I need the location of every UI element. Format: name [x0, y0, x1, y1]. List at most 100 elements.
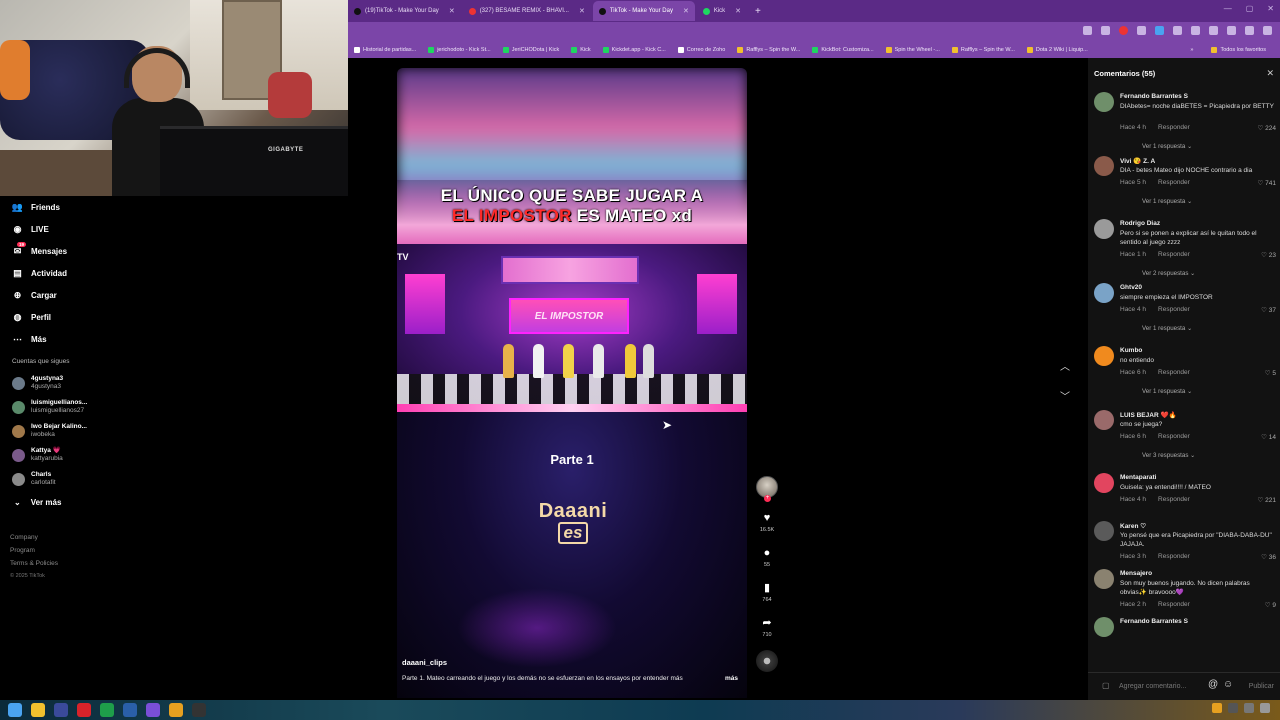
profile-icon[interactable] — [1245, 26, 1254, 35]
app-icon[interactable] — [54, 703, 68, 717]
avatar[interactable] — [1094, 346, 1114, 366]
comment-author[interactable]: Fernando Barrantes S — [1120, 93, 1188, 100]
extension-icon[interactable] — [1119, 26, 1128, 35]
comment-icon[interactable]: ● — [764, 547, 771, 559]
comment-author[interactable]: LUIS BEJAR ❤️🔥 — [1120, 411, 1177, 419]
avatar[interactable] — [1094, 92, 1114, 112]
reply-button[interactable]: Responder — [1158, 179, 1190, 186]
bookmark-item[interactable]: Rafflys – Spin the W... — [731, 47, 806, 53]
avatar[interactable] — [1094, 473, 1114, 493]
nav-item-mensajes[interactable]: ✉ 19 Mensajes — [0, 240, 348, 262]
discord-icon[interactable] — [146, 703, 160, 717]
extension-icon[interactable] — [1191, 26, 1200, 35]
footer-link-company[interactable]: Company — [10, 531, 348, 544]
comment-like[interactable]: ♡ 5 — [1265, 369, 1276, 377]
reply-button[interactable]: Responder — [1158, 306, 1190, 313]
bookmark-item[interactable]: JeriCHODota | Kick — [497, 47, 566, 53]
see-more-button[interactable]: ⌄ Ver más — [0, 491, 348, 513]
comment-like[interactable]: ♡ 224 — [1258, 124, 1277, 132]
extension-icon[interactable] — [1227, 26, 1236, 35]
windows-start-icon[interactable] — [8, 703, 22, 717]
footer-link-terms[interactable]: Terms & Policies — [10, 557, 348, 570]
browser-tab[interactable]: Kick ✕ — [697, 1, 747, 21]
view-replies-button[interactable]: Ver 2 respuestas ⌄ — [1142, 270, 1195, 277]
view-replies-button[interactable]: Ver 1 respuesta ⌄ — [1142, 388, 1192, 395]
previous-video-chevron-up-icon[interactable]: ︿ — [1060, 358, 1070, 373]
nav-item-live[interactable]: ◉ LIVE — [0, 218, 348, 240]
tab-close-icon[interactable]: ✕ — [449, 7, 455, 15]
description-more-link[interactable]: más — [725, 675, 738, 682]
following-account[interactable]: Iwo Bejar Kalino... iwobeka — [0, 419, 348, 443]
window-close-icon[interactable]: ✕ — [1267, 4, 1274, 13]
comment-author[interactable]: Kumbo — [1120, 347, 1142, 354]
mention-icon[interactable]: @ — [1208, 679, 1218, 690]
comment-author[interactable]: Vivi 😘 Z. A — [1120, 157, 1155, 165]
new-tab-icon[interactable]: + — [749, 6, 767, 17]
comment-author[interactable]: Mentaparati — [1120, 474, 1156, 481]
avatar[interactable] — [1094, 155, 1114, 176]
nav-item-actividad[interactable]: ▤ Actividad — [0, 262, 348, 284]
nav-item-friends[interactable]: 👥 Friends — [0, 196, 348, 218]
reply-button[interactable]: Responder — [1158, 553, 1190, 560]
minimize-icon[interactable]: — — [1224, 4, 1232, 13]
tray-icon[interactable] — [1228, 703, 1238, 713]
following-account[interactable]: luismiguellianos... luismiguellianos27 — [0, 395, 348, 419]
comment-like[interactable]: ♡ 14 — [1261, 433, 1276, 441]
view-replies-button[interactable]: Ver 3 respuestas ⌄ — [1142, 452, 1195, 459]
bookmark-item[interactable]: Kick — [565, 47, 596, 53]
comment-like[interactable]: ♡ 36 — [1261, 553, 1276, 561]
chevron-right-icon[interactable]: » — [1190, 47, 1193, 53]
star-icon[interactable] — [1101, 26, 1110, 35]
bookmark-item[interactable]: Dota 2 Wiki | Liquip... — [1021, 47, 1094, 53]
comment-list[interactable]: Fernando Barrantes S DIAbetes= noche diaB… — [1088, 90, 1280, 654]
tab-close-icon[interactable]: ✕ — [579, 7, 585, 15]
extension-icon[interactable] — [1137, 26, 1146, 35]
spreadsheet-icon[interactable] — [100, 703, 114, 717]
bookmark-item[interactable]: Historial de partidas... — [348, 47, 422, 53]
video-player[interactable]: EL ÚNICO QUE SABE JUGAR A EL IMPOSTOR ES… — [397, 68, 747, 698]
avatar[interactable] — [1094, 219, 1114, 239]
obs-icon[interactable] — [192, 703, 206, 717]
reply-button[interactable]: Responder — [1158, 369, 1190, 376]
reply-button[interactable]: Responder — [1158, 124, 1190, 131]
nav-item-cargar[interactable]: ⊕ Cargar — [0, 284, 348, 306]
publish-button[interactable]: Publicar — [1249, 683, 1274, 690]
browser-tab[interactable]: (19)TikTok - Make Your Day ✕ — [348, 1, 461, 21]
video-author[interactable]: daaani_clips — [402, 658, 447, 667]
tab-close-icon[interactable]: ✕ — [735, 7, 741, 15]
all-bookmarks-folder[interactable]: Todos los favoritos — [1205, 47, 1272, 53]
comment-author[interactable]: Mensajero — [1120, 570, 1152, 577]
bookmark-icon[interactable]: ▮ — [764, 582, 770, 594]
bookmark-item[interactable]: KickBot: Customiza... — [806, 47, 879, 53]
bookmark-item[interactable]: Rafflys – Spin the W... — [946, 47, 1021, 53]
footer-link-program[interactable]: Program — [10, 544, 348, 557]
bookmark-item[interactable]: Correo de Zoho — [672, 47, 732, 53]
reply-button[interactable]: Responder — [1158, 251, 1190, 258]
comment-like[interactable]: ♡ 37 — [1261, 306, 1276, 314]
chrome-icon[interactable] — [169, 703, 183, 717]
view-replies-button[interactable]: Ver 1 respuesta ⌄ — [1142, 325, 1192, 332]
view-replies-button[interactable]: Ver 1 respuesta ⌄ — [1142, 198, 1192, 205]
bookmark-item[interactable]: jerichodoto - Kick St... — [422, 47, 497, 53]
tray-icon[interactable] — [1244, 703, 1254, 713]
avatar[interactable] — [1094, 569, 1114, 589]
next-video-chevron-down-icon[interactable]: ﹀ — [1060, 388, 1070, 403]
heart-icon[interactable]: ♥ — [764, 512, 771, 524]
extension-icon[interactable] — [1209, 26, 1218, 35]
comment-author[interactable]: Ghtv20 — [1120, 284, 1142, 291]
following-account[interactable]: 4gustyna3 4gustyna3 — [0, 371, 348, 395]
nav-item-perfil[interactable]: ◍ Perfil — [0, 306, 348, 328]
comment-author[interactable]: Fernando Barrantes S — [1120, 618, 1188, 625]
nav-item-ms[interactable]: ⋯ Más — [0, 328, 348, 350]
bookmark-item[interactable]: Kickdet.app - Kick C... — [597, 47, 672, 53]
browser-tab[interactable]: TikTok - Make Your Day ✕ — [592, 1, 695, 21]
comment-author[interactable]: Rodrigo Diaz — [1120, 220, 1160, 227]
maximize-icon[interactable]: ▢ — [1246, 4, 1254, 13]
avatar[interactable] — [1094, 409, 1114, 430]
emoji-icon[interactable]: ☺ — [1223, 679, 1233, 690]
view-replies-button[interactable]: Ver 1 respuesta ⌄ — [1142, 143, 1192, 150]
browser-tab[interactable]: (327) BESAME REMIX - BHAVI... ✕ — [463, 1, 591, 21]
comment-like[interactable]: ♡ 741 — [1258, 179, 1277, 187]
follow-plus-icon[interactable]: + — [764, 495, 771, 502]
reply-button[interactable]: Responder — [1158, 601, 1190, 608]
